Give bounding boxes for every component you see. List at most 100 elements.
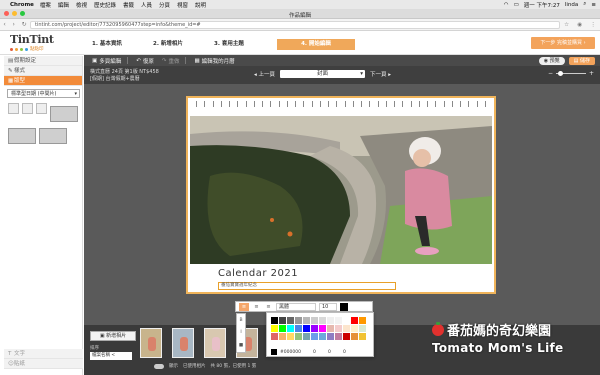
- menubar-user[interactable]: linda: [565, 2, 578, 8]
- sort-select[interactable]: 檔案名稱 <: [90, 352, 132, 360]
- sidebar-item-style[interactable]: ✎樣式: [4, 66, 82, 76]
- photo-thumbnail[interactable]: [140, 328, 162, 358]
- zoom-in-icon[interactable]: +: [589, 70, 594, 77]
- italic-icon[interactable]: I: [240, 330, 241, 335]
- value-input[interactable]: 0: [328, 350, 340, 355]
- layout-template[interactable]: [50, 106, 78, 122]
- palette-swatch[interactable]: [303, 325, 310, 332]
- palette-swatch[interactable]: [343, 325, 350, 332]
- menu-item-file[interactable]: 檔案: [40, 1, 51, 9]
- value-input[interactable]: 0: [313, 350, 325, 355]
- layout-template[interactable]: [36, 103, 47, 114]
- more-icon[interactable]: ⋮: [590, 22, 596, 28]
- align-center-button[interactable]: ≡: [252, 304, 261, 310]
- font-select[interactable]: 黑體: [276, 302, 316, 311]
- menu-item-bookmarks[interactable]: 書籤: [123, 1, 134, 9]
- prev-page-button[interactable]: ◂ 上一頁: [254, 70, 275, 78]
- palette-swatch[interactable]: [287, 333, 294, 340]
- palette-swatch[interactable]: [343, 333, 350, 340]
- palette-swatch[interactable]: [295, 317, 302, 324]
- undo-button[interactable]: ↶ 復原: [136, 57, 154, 65]
- value-input[interactable]: 0: [343, 350, 355, 355]
- font-size-select[interactable]: 10: [319, 302, 337, 311]
- next-step-button[interactable]: 下一步 完稿並購買 ›: [531, 37, 595, 49]
- calendar-title[interactable]: Calendar 2021: [218, 268, 298, 279]
- extension-icon[interactable]: ◉: [577, 22, 582, 28]
- palette-swatch[interactable]: [351, 317, 358, 324]
- step-add-photos[interactable]: 2. 新增相片: [143, 39, 204, 50]
- edit-my-calendar-button[interactable]: ▦ 編輯我的月曆: [194, 57, 234, 65]
- menu-item-view[interactable]: 檢視: [76, 1, 87, 9]
- sidebar-item-text[interactable]: T 文字: [4, 349, 83, 359]
- multi-page-edit-button[interactable]: ▣ 多頁編輯: [92, 57, 121, 65]
- palette-swatch[interactable]: [279, 317, 286, 324]
- save-button[interactable]: ▤ 儲存: [568, 56, 595, 65]
- palette-swatch[interactable]: [295, 325, 302, 332]
- align-right-button[interactable]: ≡: [264, 304, 273, 310]
- sidebar-item-holiday[interactable]: ▤假期設定: [4, 56, 82, 66]
- redo-button[interactable]: ↷ 重做: [162, 57, 180, 65]
- site-logo[interactable]: TinTint 點點印: [10, 33, 54, 52]
- palette-swatch[interactable]: [303, 333, 310, 340]
- sidebar-item-layout[interactable]: ▦版型: [4, 76, 82, 86]
- caption-text-input[interactable]: 番茄寶寶週年紀念: [218, 282, 396, 290]
- palette-swatch[interactable]: [319, 333, 326, 340]
- palette-swatch[interactable]: [271, 333, 278, 340]
- color-icon[interactable]: ■: [239, 343, 243, 348]
- palette-swatch[interactable]: [319, 325, 326, 332]
- photo-thumbnail[interactable]: [172, 328, 194, 358]
- forward-icon[interactable]: ›: [12, 21, 14, 28]
- text-color-swatch[interactable]: [340, 302, 348, 311]
- preview-button[interactable]: ◉ 預覽: [538, 56, 565, 65]
- palette-swatch[interactable]: [351, 333, 358, 340]
- palette-swatch[interactable]: [327, 325, 334, 332]
- url-field[interactable]: tintint.com/project/editor/7732095960477…: [30, 20, 560, 29]
- photo-thumbnail[interactable]: [204, 328, 226, 358]
- palette-swatch[interactable]: [311, 333, 318, 340]
- hex-input[interactable]: #000000: [280, 350, 310, 355]
- next-page-button[interactable]: 下一頁 ▸: [370, 70, 391, 78]
- palette-swatch[interactable]: [271, 325, 278, 332]
- palette-swatch[interactable]: [359, 325, 366, 332]
- palette-swatch[interactable]: [351, 325, 358, 332]
- wifi-icon[interactable]: ◠: [504, 2, 509, 8]
- palette-swatch[interactable]: [319, 317, 326, 324]
- layout-select[interactable]: 標準型日期 (中間片) ▾: [7, 89, 80, 98]
- palette-swatch[interactable]: [359, 333, 366, 340]
- menubar-clock[interactable]: 週一 下午7:27: [524, 1, 560, 9]
- menu-item-window[interactable]: 視窗: [177, 1, 188, 9]
- step-basic-info[interactable]: 1. 基本資訊: [82, 39, 143, 50]
- calendar-cover-page[interactable]: Calendar 2021 番茄寶寶週年紀念: [186, 96, 496, 294]
- palette-swatch[interactable]: [335, 325, 342, 332]
- zoom-out-icon[interactable]: −: [548, 70, 553, 77]
- layout-template[interactable]: [8, 103, 19, 114]
- menubar-app-name[interactable]: Chrome: [10, 2, 34, 8]
- align-left-button[interactable]: ≡: [239, 302, 249, 311]
- menu-item-people[interactable]: 人員: [141, 1, 152, 9]
- step-apply-theme[interactable]: 3. 套用主題: [204, 39, 265, 50]
- zoom-knob[interactable]: [557, 71, 563, 76]
- palette-swatch[interactable]: [279, 325, 286, 332]
- search-icon[interactable]: ⌕: [583, 1, 586, 8]
- menu-icon[interactable]: ≡: [591, 2, 596, 8]
- add-photo-button[interactable]: ▣ 新增相片: [90, 331, 136, 341]
- layout-template[interactable]: [8, 128, 36, 144]
- battery-icon[interactable]: ▭: [514, 2, 519, 8]
- reload-icon[interactable]: ↻: [22, 21, 27, 28]
- bold-icon[interactable]: B: [239, 318, 242, 323]
- menu-item-history[interactable]: 歷史記錄: [94, 1, 116, 9]
- palette-swatch[interactable]: [327, 317, 334, 324]
- layout-template[interactable]: [22, 103, 33, 114]
- palette-swatch[interactable]: [327, 333, 334, 340]
- star-icon[interactable]: ☆: [564, 22, 569, 28]
- cover-photo[interactable]: [190, 116, 492, 264]
- menu-item-edit[interactable]: 編輯: [58, 1, 69, 9]
- palette-swatch[interactable]: [311, 317, 318, 324]
- zoom-slider[interactable]: [555, 71, 586, 76]
- palette-swatch[interactable]: [335, 317, 342, 324]
- palette-swatch[interactable]: [287, 317, 294, 324]
- palette-swatch[interactable]: [359, 317, 366, 324]
- step-start-editing[interactable]: 4. 開始編輯: [277, 39, 355, 50]
- palette-swatch[interactable]: [311, 325, 318, 332]
- menu-item-help[interactable]: 說明: [195, 1, 206, 9]
